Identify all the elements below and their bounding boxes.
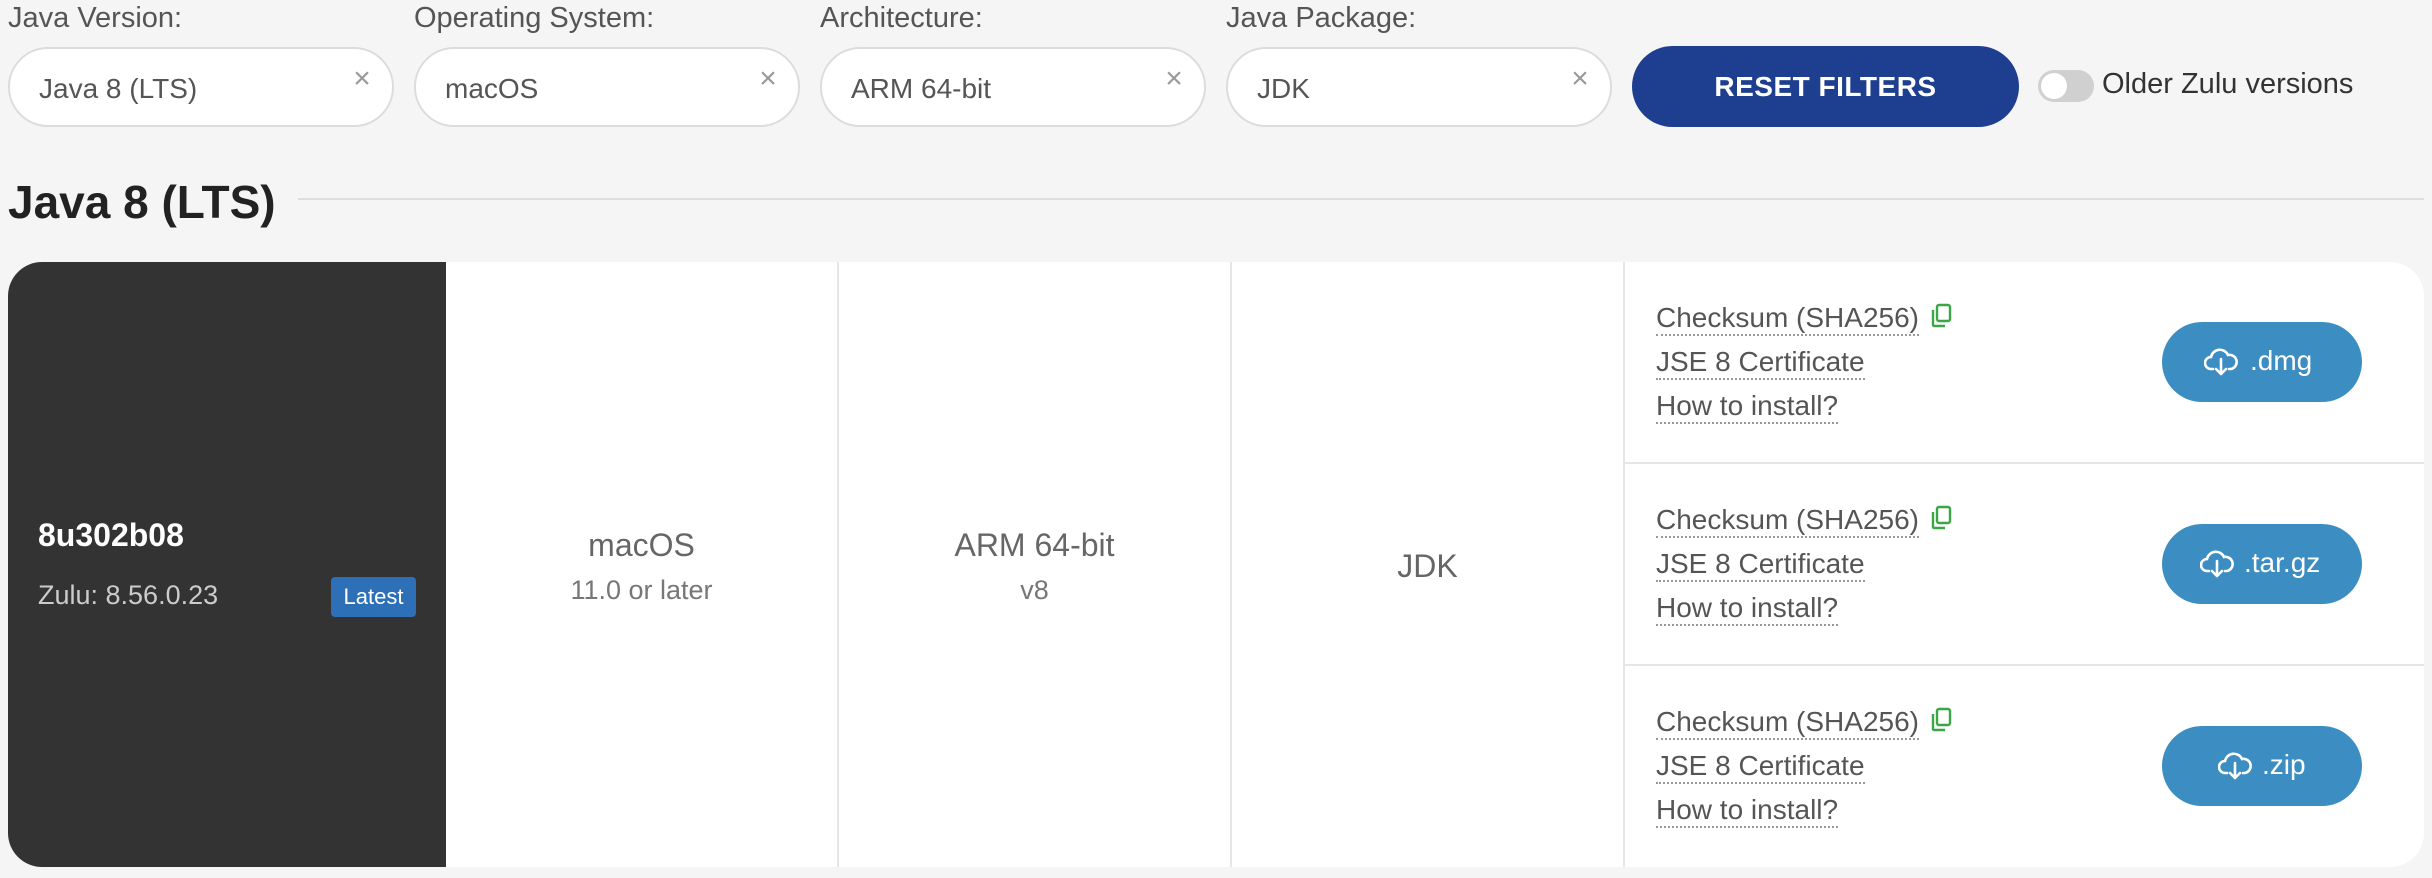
release-version: 8u302b08 <box>38 517 184 553</box>
operating-system-select[interactable]: macOS × <box>414 47 800 127</box>
older-versions-toggle[interactable] <box>2038 70 2094 102</box>
architecture-clear-icon[interactable]: × <box>1160 64 1188 94</box>
section-divider <box>298 198 2424 200</box>
download-format-label: .tar.gz <box>2244 547 2321 578</box>
arch-name: ARM 64-bit <box>954 527 1115 563</box>
download-zip-button[interactable]: .zip <box>2162 726 2362 806</box>
cloud-download-icon <box>2204 348 2238 376</box>
package-column: JDK <box>1232 262 1625 867</box>
os-column: macOS 11.0 or later <box>446 262 839 867</box>
download-format-label: .zip <box>2262 749 2306 780</box>
architecture-label: Architecture: <box>820 2 983 34</box>
java-package-select[interactable]: JDK × <box>1226 47 1612 127</box>
package-name: JDK <box>1397 548 1458 584</box>
zulu-version: Zulu: 8.56.0.23 <box>38 580 219 610</box>
cloud-download-icon <box>2200 550 2234 578</box>
download-dmg-button[interactable]: .dmg <box>2162 322 2362 402</box>
operating-system-label: Operating System: <box>414 2 655 34</box>
copy-icon[interactable] <box>1930 303 1952 329</box>
copy-icon[interactable] <box>1930 707 1952 733</box>
operating-system-clear-icon[interactable]: × <box>754 64 782 94</box>
release-card: 8u302b08 Zulu: 8.56.0.23 Latest macOS 11… <box>8 262 2424 867</box>
checksum-link[interactable]: Checksum (SHA256) <box>1656 504 1919 538</box>
downloads-column: Checksum (SHA256) JSE 8 Certificate How … <box>1624 262 2424 867</box>
certificate-link[interactable]: JSE 8 Certificate <box>1656 548 1865 582</box>
how-to-install-link[interactable]: How to install? <box>1656 390 1839 424</box>
architecture-value: ARM 64-bit <box>851 73 992 104</box>
download-row: Checksum (SHA256) JSE 8 Certificate How … <box>1624 262 2424 464</box>
checksum-link[interactable]: Checksum (SHA256) <box>1656 706 1919 740</box>
java-version-label: Java Version: <box>8 2 183 34</box>
copy-icon[interactable] <box>1930 505 1952 531</box>
latest-badge: Latest <box>331 577 416 617</box>
arch-detail: v8 <box>1020 575 1049 605</box>
cloud-download-icon <box>2218 752 2252 780</box>
download-row: Checksum (SHA256) JSE 8 Certificate How … <box>1624 464 2424 666</box>
download-tar-gz-button[interactable]: .tar.gz <box>2162 524 2362 604</box>
download-row: Checksum (SHA256) JSE 8 Certificate How … <box>1624 666 2424 867</box>
filter-bar: Java Version: Java 8 (LTS) × Operating S… <box>0 0 2432 135</box>
download-format-label: .dmg <box>2250 345 2313 376</box>
how-to-install-link[interactable]: How to install? <box>1656 592 1839 626</box>
section-title: Java 8 (LTS) <box>8 176 276 228</box>
java-version-value: Java 8 (LTS) <box>39 73 198 104</box>
arch-column: ARM 64-bit v8 <box>839 262 1232 867</box>
os-detail: 11.0 or later <box>570 575 713 605</box>
java-version-clear-icon[interactable]: × <box>348 64 376 94</box>
toggle-knob <box>2041 73 2067 99</box>
certificate-link[interactable]: JSE 8 Certificate <box>1656 346 1865 380</box>
operating-system-value: macOS <box>445 73 539 104</box>
java-package-value: JDK <box>1257 73 1310 104</box>
architecture-select[interactable]: ARM 64-bit × <box>820 47 1206 127</box>
version-panel: 8u302b08 Zulu: 8.56.0.23 Latest <box>8 262 446 867</box>
java-package-clear-icon[interactable]: × <box>1566 64 1594 94</box>
certificate-link[interactable]: JSE 8 Certificate <box>1656 750 1865 784</box>
older-versions-label[interactable]: Older Zulu versions <box>2102 68 2353 101</box>
reset-filters-button[interactable]: RESET FILTERS <box>1632 46 2019 127</box>
how-to-install-link[interactable]: How to install? <box>1656 794 1839 828</box>
checksum-link[interactable]: Checksum (SHA256) <box>1656 302 1919 336</box>
java-package-label: Java Package: <box>1226 2 1417 34</box>
java-version-select[interactable]: Java 8 (LTS) × <box>8 47 394 127</box>
os-name: macOS <box>588 527 695 563</box>
